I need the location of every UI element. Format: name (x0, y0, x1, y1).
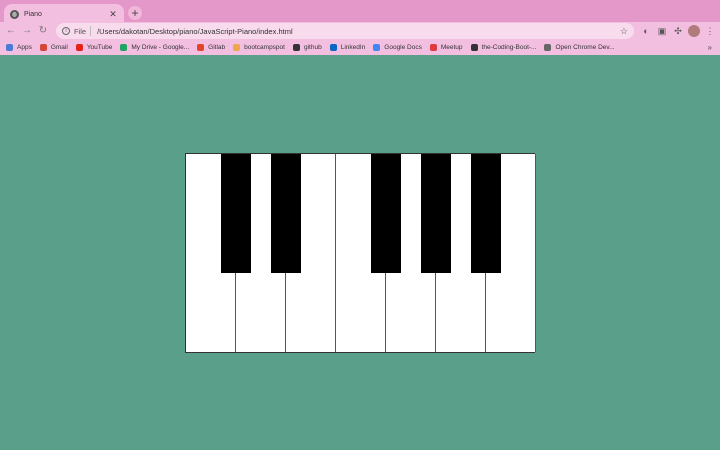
github-icon (470, 44, 478, 51)
piano (185, 153, 536, 353)
bookmark-gitlab[interactable]: Gitlab (197, 44, 225, 51)
extension-icon[interactable]: ◐ (640, 25, 652, 37)
bookmark-gmail[interactable]: Gmail (39, 44, 68, 51)
bookmark-label: Gmail (50, 44, 68, 51)
bookmark-open-chrome-dev[interactable]: Open Chrome Dev... (544, 44, 615, 51)
bookmark-youtube[interactable]: YouTube (75, 44, 113, 51)
apps-grid-icon (6, 44, 13, 51)
drive-icon (120, 44, 128, 51)
tab-piano[interactable]: ◍ Piano ✕ (4, 4, 124, 24)
bookmark-label: bootcampspot (244, 44, 285, 51)
bookmark-google-docs[interactable]: Google Docs (373, 44, 422, 51)
bookmark-my-drive-google[interactable]: My Drive - Google... (120, 44, 189, 51)
info-icon[interactable]: i (62, 27, 70, 35)
toolbar: ← → ↻ i File /Users/dakotan/Desktop/pian… (0, 22, 720, 40)
docs-icon (373, 44, 381, 51)
bookmark-github[interactable]: github (292, 44, 322, 51)
black-key[interactable] (471, 154, 501, 273)
gitlab-icon (197, 44, 205, 51)
bookmark-label: Google Docs (384, 44, 422, 51)
bookmark-label: YouTube (86, 44, 113, 51)
star-icon[interactable]: ☆ (620, 26, 628, 37)
avatar[interactable] (688, 25, 700, 37)
globe-icon: ◍ (10, 9, 19, 19)
chevron-right-icon[interactable]: » (708, 43, 712, 52)
bookmark-bootcampspot[interactable]: bootcampspot (233, 44, 285, 51)
puzzle-icon[interactable]: ✣ (672, 25, 684, 37)
black-key[interactable] (421, 154, 451, 273)
bookmark-label: the-Coding-Boot-... (481, 44, 537, 51)
close-icon[interactable]: ✕ (108, 9, 118, 20)
url-separator (90, 26, 92, 36)
menu-icon[interactable]: ⋮ (704, 25, 716, 37)
tab-title: Piano (24, 10, 42, 18)
youtube-icon (75, 44, 83, 51)
bookmark-the-coding-boot[interactable]: the-Coding-Boot-... (470, 44, 537, 51)
bookmark-apps[interactable]: Apps (6, 44, 32, 51)
black-key[interactable] (371, 154, 401, 273)
bookmark-meetup[interactable]: Meetup (429, 44, 463, 51)
bookmark-label: LinkedIn (340, 44, 366, 51)
linkedin-icon (329, 44, 337, 51)
url-scheme: File (74, 26, 87, 36)
bookmark-label: Gitlab (208, 44, 226, 51)
new-tab-button[interactable]: + (128, 6, 142, 20)
black-key[interactable] (271, 154, 301, 273)
bookmark-linkedin[interactable]: LinkedIn (329, 44, 366, 51)
tab-strip: ◍ Piano ✕ + (0, 0, 720, 24)
back-icon[interactable]: ← (4, 24, 18, 38)
bookmark-label: Apps (17, 44, 32, 51)
reload-icon[interactable]: ↻ (36, 24, 50, 38)
bookmark-label: github (303, 44, 322, 51)
github-icon (292, 44, 300, 51)
bookmark-label: My Drive - Google... (131, 44, 190, 51)
devtools-icon (544, 44, 552, 51)
bootcampspot-icon (233, 44, 241, 51)
address-bar[interactable]: i File /Users/dakotan/Desktop/piano/Java… (56, 23, 634, 39)
forward-icon[interactable]: → (20, 24, 34, 38)
gmail-icon (39, 44, 47, 51)
bookmark-label: Open Chrome Dev... (555, 44, 615, 51)
meetup-icon (429, 44, 437, 51)
bookmarks-bar: Apps Gmail YouTube My Drive - Google... Gitl… (0, 40, 720, 55)
black-key[interactable] (221, 154, 251, 273)
url-text[interactable]: /Users/dakotan/Desktop/piano/JavaScript-… (97, 27, 620, 36)
bookmark-label: Meetup (440, 44, 463, 51)
extension-badge-icon[interactable]: ▣ (656, 25, 668, 37)
